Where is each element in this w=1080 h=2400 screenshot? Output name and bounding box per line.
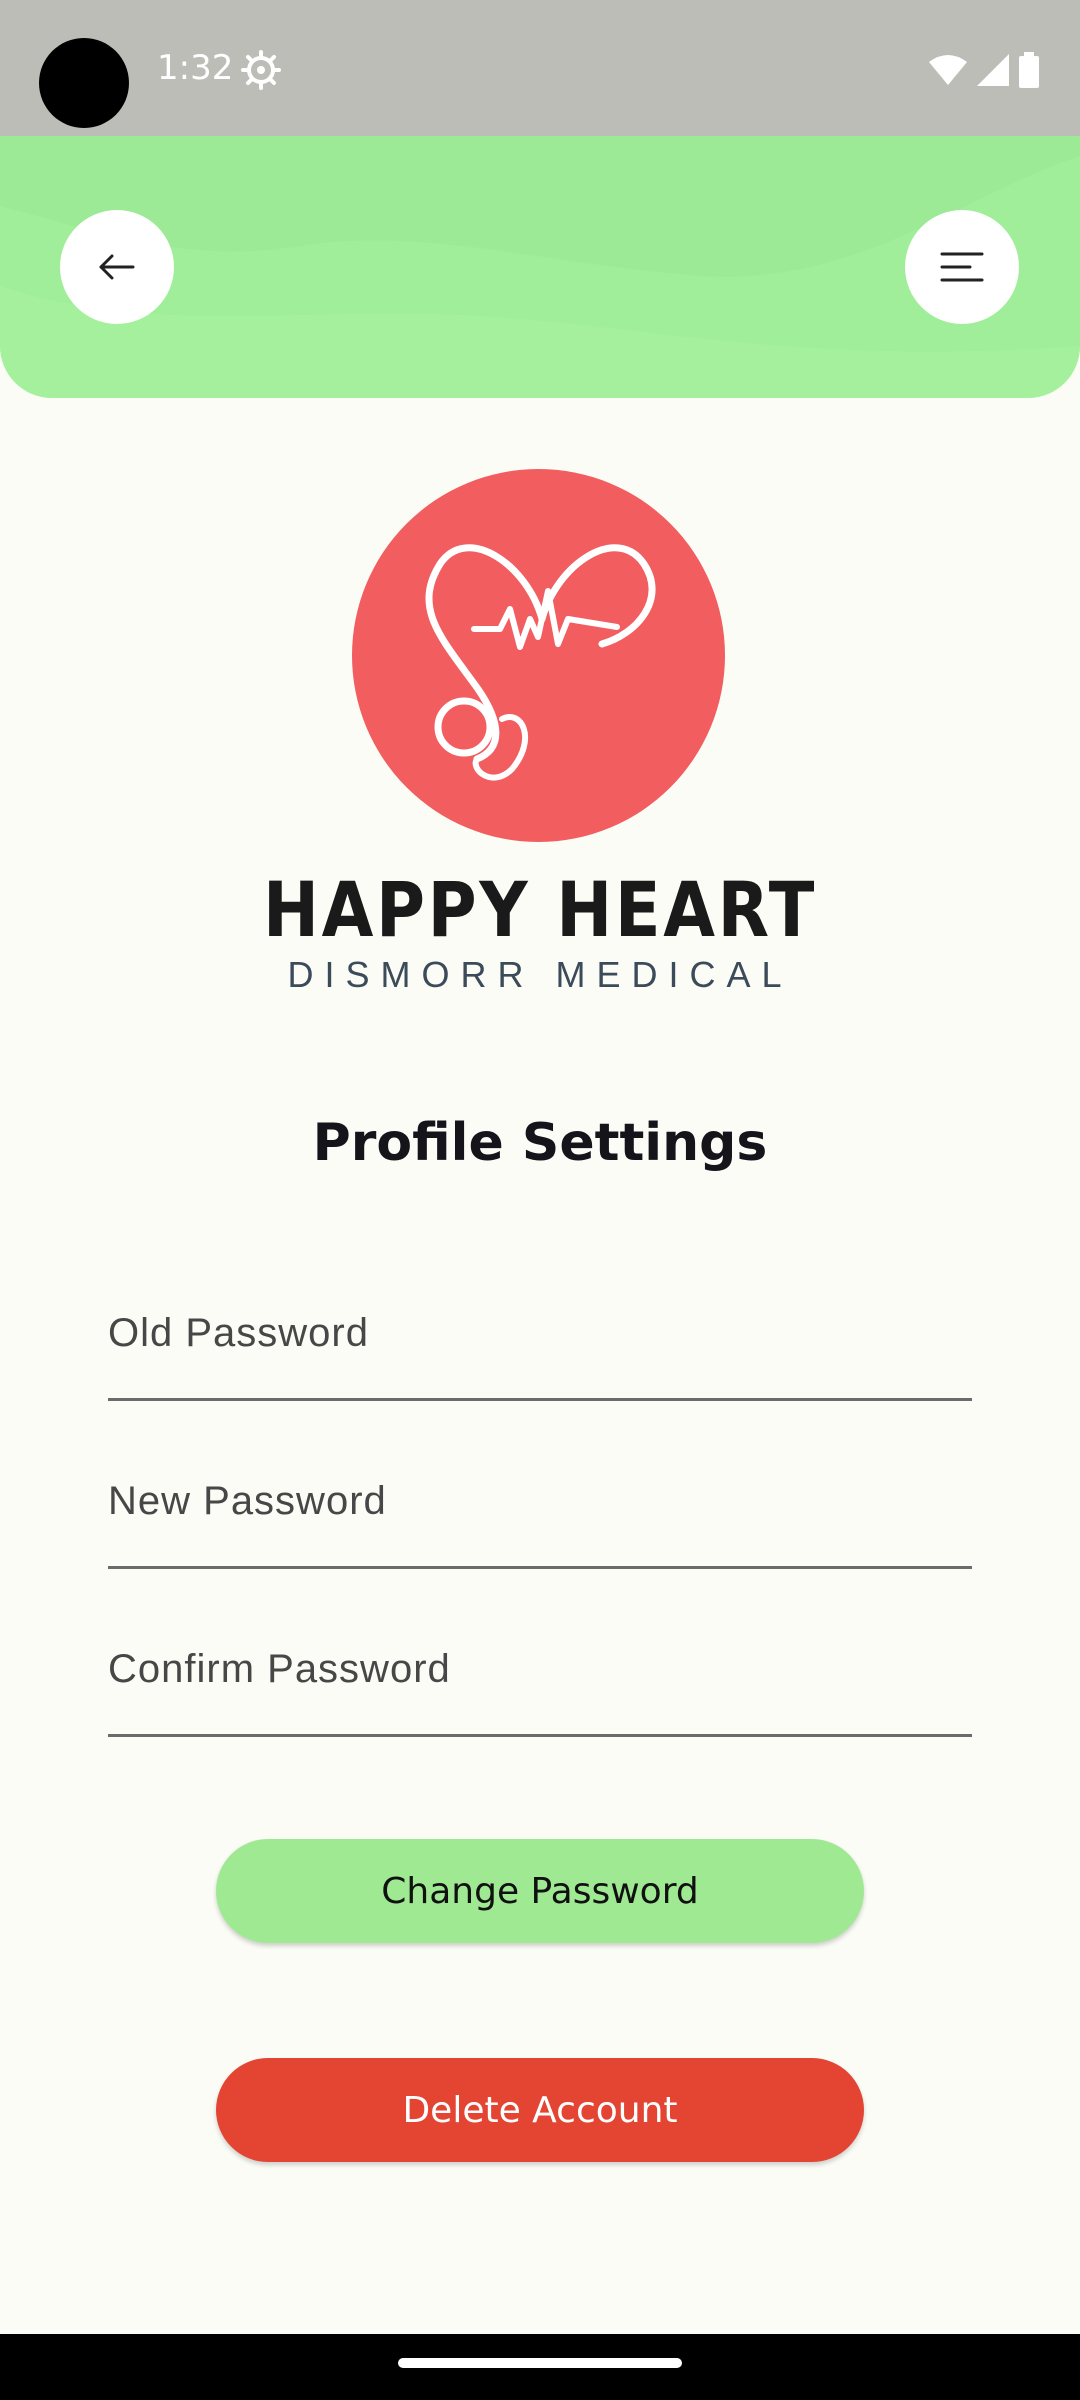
cell-signal-icon bbox=[977, 54, 1009, 86]
new-password-input[interactable] bbox=[108, 1456, 972, 1566]
heart-stethoscope-logo bbox=[352, 469, 725, 842]
header bbox=[0, 136, 1080, 398]
back-button[interactable] bbox=[60, 210, 174, 324]
old-password-field-container bbox=[108, 1288, 972, 1401]
old-password-input[interactable] bbox=[108, 1288, 972, 1398]
brand-name: HAPPY HEART bbox=[262, 865, 818, 954]
delete-account-button[interactable]: Delete Account bbox=[216, 2058, 864, 2162]
camera-cutout bbox=[39, 38, 129, 128]
confirm-password-input[interactable] bbox=[108, 1624, 972, 1734]
status-icons bbox=[928, 50, 1040, 90]
change-password-button[interactable]: Change Password bbox=[216, 1839, 864, 1943]
menu-lines-icon bbox=[940, 252, 984, 282]
menu-button[interactable] bbox=[905, 210, 1019, 324]
settings-gear-icon bbox=[241, 50, 281, 90]
battery-icon bbox=[1019, 52, 1039, 88]
page-title: Profile Settings bbox=[312, 1113, 768, 1173]
brand-subtitle: DISMORR MEDICAL bbox=[287, 954, 793, 995]
home-indicator[interactable] bbox=[398, 2358, 682, 2368]
new-password-field-container bbox=[108, 1456, 972, 1569]
arrow-left-icon bbox=[99, 254, 135, 280]
confirm-password-field-container bbox=[108, 1624, 972, 1737]
status-time: 1:32 bbox=[157, 48, 234, 88]
status-bar: 1:32 bbox=[0, 0, 1080, 136]
wifi-icon bbox=[929, 55, 967, 85]
